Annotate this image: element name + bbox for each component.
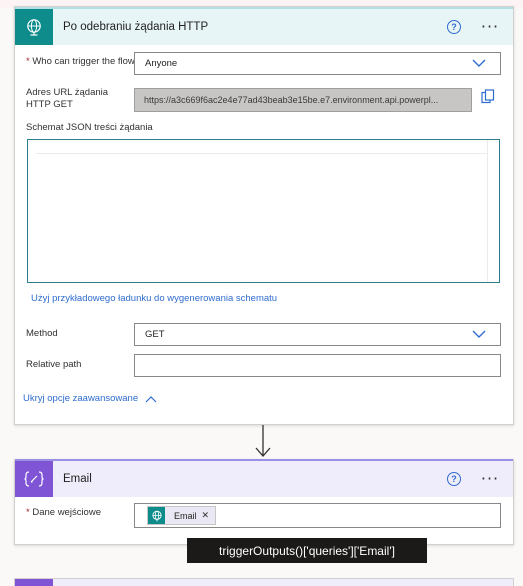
json-editor-line <box>36 140 487 154</box>
globe-icon <box>15 9 53 45</box>
email-action-card: Email ? ··· * Dane wejściowe Email ✕ <box>14 459 514 545</box>
next-action-icon <box>15 579 53 586</box>
help-icon[interactable]: ? <box>447 20 461 34</box>
input-field[interactable]: Email ✕ <box>134 503 501 528</box>
hide-advanced-label: Ukryj opcje zaawansowane <box>23 393 139 404</box>
url-label: Adres URL żądania HTTP GET <box>26 87 109 110</box>
generate-schema-link[interactable]: Użyj przykładowego ładunku do wygenerowa… <box>31 293 277 304</box>
email-token[interactable]: Email ✕ <box>147 506 217 525</box>
schema-label: Schemat JSON treści żądania <box>26 122 153 133</box>
more-options-icon[interactable]: ··· <box>479 19 501 35</box>
who-can-trigger-label: * Who can trigger the flow? <box>26 56 141 67</box>
connector-arrow-icon <box>255 425 271 457</box>
hide-advanced-link[interactable]: Ukryj opcje zaawansowane <box>23 393 157 404</box>
chevron-down-icon <box>472 330 486 338</box>
compose-variable-icon <box>15 461 53 497</box>
email-action-header[interactable]: Email ? ··· <box>15 459 513 497</box>
relative-path-label: Relative path <box>26 359 82 370</box>
http-trigger-header[interactable]: Po odebraniu żądania HTTP ? ··· <box>15 7 513 45</box>
help-icon[interactable]: ? <box>447 472 461 486</box>
email-token-label: Email <box>174 510 197 521</box>
method-value: GET <box>145 329 165 340</box>
json-schema-editor[interactable] <box>27 139 500 283</box>
who-can-trigger-value: Anyone <box>145 58 178 69</box>
expression-tooltip: triggerOutputs()['queries']['Email'] <box>187 538 427 563</box>
email-action-title: Email <box>63 473 92 485</box>
http-trigger-title: Po odebraniu żądania HTTP <box>63 21 209 33</box>
http-trigger-card: Po odebraniu żądania HTTP ? ··· * Who ca… <box>14 6 514 425</box>
chevron-up-icon <box>145 395 157 402</box>
input-label: * Dane wejściowe <box>26 507 101 518</box>
next-action-card[interactable] <box>14 578 514 586</box>
copy-icon[interactable] <box>481 89 495 105</box>
url-field[interactable]: https://a3c669f6ac2e4e77ad43beab3e15be.e… <box>134 88 472 112</box>
who-can-trigger-dropdown[interactable]: Anyone <box>134 52 501 75</box>
remove-token-icon[interactable]: ✕ <box>202 510 210 521</box>
more-options-icon[interactable]: ··· <box>479 471 501 487</box>
method-label: Method <box>26 328 58 339</box>
relative-path-input[interactable] <box>134 354 501 377</box>
method-dropdown[interactable]: GET <box>134 323 501 346</box>
json-editor-scrollbar[interactable] <box>487 140 499 282</box>
chevron-down-icon <box>472 59 486 67</box>
globe-icon <box>148 507 165 524</box>
